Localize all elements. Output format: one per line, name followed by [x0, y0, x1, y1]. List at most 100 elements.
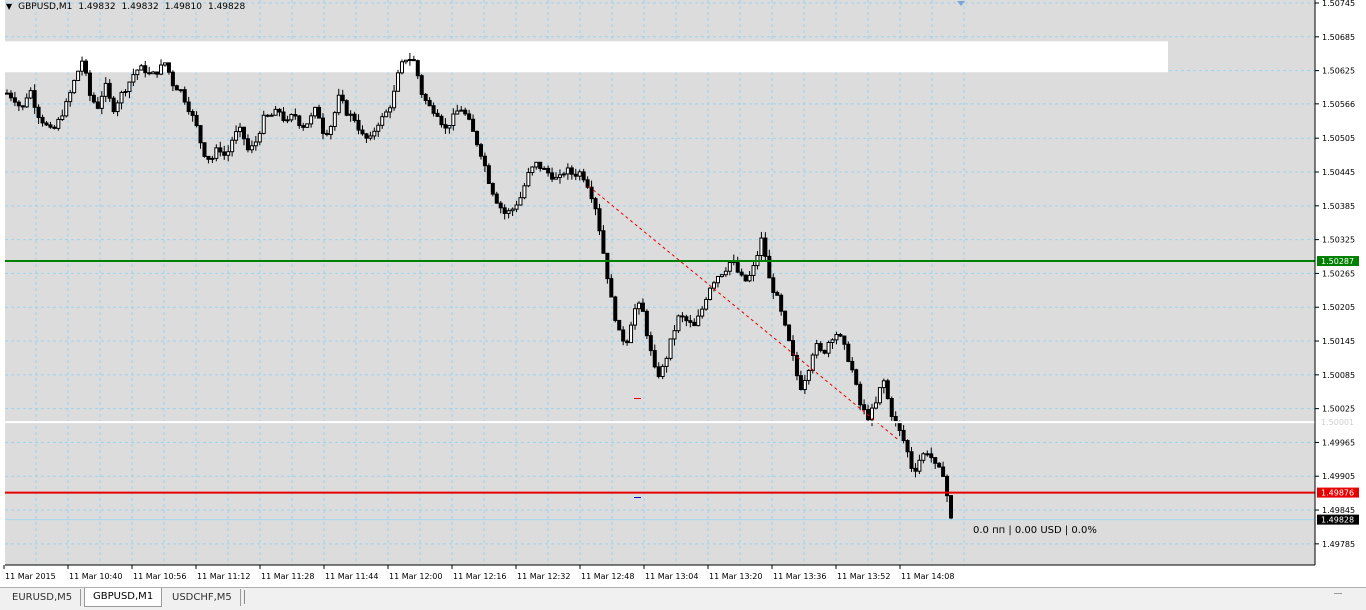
candle: [743, 274, 748, 282]
price-tick-label: 1.50566: [1322, 100, 1355, 109]
candle: [885, 378, 890, 400]
tabs-divider: [244, 590, 245, 604]
current-price-label: 1.49828: [1321, 516, 1354, 525]
order-marker-blue: [634, 497, 641, 498]
time-tick-label: 11 Mar 11:12: [197, 572, 250, 581]
price-tick-label: 1.50445: [1322, 168, 1355, 177]
time-axis: 11 Mar 2015 11 Mar 10:40 11 Mar 10:56 11 Ma…: [3, 565, 954, 581]
tab-usdchf-m5[interactable]: USDCHF,M5: [164, 589, 241, 606]
chart-plot-background: [5, 0, 1315, 565]
time-tick-label: 11 Mar 11:28: [261, 572, 314, 581]
dropdown-triangle-icon[interactable]: ▼: [6, 2, 12, 12]
time-tick-label: 11 Mar 12:48: [581, 572, 634, 581]
candle: [846, 341, 851, 363]
price-tick-label: 1.50325: [1322, 236, 1355, 245]
candle: [419, 74, 424, 98]
candle: [202, 142, 207, 158]
time-tick-label: 11 Mar 11:44: [325, 572, 378, 581]
candle: [597, 203, 602, 236]
time-tick-label: 11 Mar 2015: [5, 572, 56, 581]
price-tick-label: 1.49785: [1322, 540, 1355, 549]
time-tick-label: 11 Mar 13:36: [773, 572, 826, 581]
price-tick-label: 1.50745: [1322, 0, 1355, 8]
candle: [174, 84, 179, 91]
tabs-scroll-mark: [1334, 593, 1342, 594]
level-price-label: 1.50287: [1321, 257, 1354, 266]
candle: [704, 297, 709, 311]
candle: [613, 295, 618, 323]
time-tick-label: 11 Mar 13:20: [709, 572, 762, 581]
candle: [877, 387, 882, 406]
candle: [810, 352, 815, 374]
time-tick-label: 11 Mar 14:08: [901, 572, 954, 581]
candle: [617, 319, 622, 331]
candle: [854, 368, 859, 386]
tab-eurusd-m5[interactable]: EURUSD,M5: [4, 589, 82, 606]
chart-symbol: GBPUSD,M1: [18, 2, 73, 12]
candle: [949, 495, 953, 521]
candle: [182, 86, 187, 105]
candle: [56, 117, 61, 131]
price-tick-label: 1.49905: [1322, 472, 1355, 481]
price-chart[interactable]: 1.502871.500011.498761.49828 1.507451.50…: [0, 0, 1366, 587]
time-tick-label: 11 Mar 12:16: [453, 572, 506, 581]
candle: [794, 351, 799, 381]
candle: [305, 123, 310, 128]
pnl-label: 0.0 пп | 0.00 USD | 0.0%: [973, 525, 1097, 536]
price-tick-label: 1.49965: [1322, 438, 1355, 447]
candle: [822, 349, 827, 355]
price-tick-label: 1.50385: [1322, 202, 1355, 211]
candle: [660, 364, 665, 380]
candle: [937, 462, 942, 468]
candle: [494, 191, 499, 204]
level-price-label: 1.50001: [1321, 418, 1354, 427]
candle: [708, 287, 713, 301]
candle: [72, 79, 77, 95]
candle: [64, 98, 69, 118]
candle: [490, 182, 495, 197]
time-tick-label: 11 Mar 13:52: [837, 572, 890, 581]
candle: [676, 314, 681, 334]
price-tick-label: 1.49845: [1322, 506, 1355, 515]
candle: [668, 338, 673, 361]
candle: [76, 70, 81, 81]
chart-open: 1.49832: [78, 2, 116, 12]
candle: [783, 310, 788, 327]
candle: [399, 59, 404, 75]
time-tick-label: 11 Mar 13:04: [645, 572, 698, 581]
chart-close: 1.49828: [207, 2, 246, 12]
candle: [396, 69, 401, 92]
order-marker-red: [634, 398, 641, 399]
price-tick-label: 1.50625: [1322, 67, 1355, 76]
chart-tabs-bar: EURUSD,M5 GBPUSD,M1 USDCHF,M5: [0, 587, 1366, 610]
candle: [605, 252, 610, 284]
candle: [344, 99, 349, 117]
price-tick-label: 1.50505: [1322, 134, 1355, 143]
candle: [486, 163, 491, 185]
price-axis: 1.50745 1.50685 1.50625 1.50566 1.50505 1.504…: [1315, 0, 1355, 549]
chart-header: ▼ GBPUSD,M1 1.49832 1.49832 1.49810 1.49…: [6, 2, 245, 12]
candle: [475, 130, 480, 147]
highlight-band: [5, 41, 1168, 73]
candle: [111, 95, 116, 114]
chart-window[interactable]: 1.50287 1.50001 1.49876 1.49828 1.50745 1.50…: [0, 0, 1366, 587]
time-tick-label: 11 Mar 12:32: [517, 572, 570, 581]
chart-high: 1.49832: [121, 2, 159, 12]
time-tick-label: 11 Mar 10:40: [69, 572, 122, 581]
price-tick-label: 1.50205: [1322, 303, 1355, 312]
price-tick-label: 1.50025: [1322, 405, 1355, 414]
price-tick-label: 1.50085: [1322, 371, 1355, 380]
candle: [522, 182, 527, 200]
candle: [415, 59, 420, 79]
price-tick-label: 1.50265: [1322, 269, 1355, 278]
candle: [83, 58, 88, 77]
candle: [629, 321, 634, 344]
candle: [644, 309, 649, 340]
tab-gbpusd-m1[interactable]: GBPUSD,M1: [84, 588, 163, 607]
chart-low: 1.49810: [164, 2, 202, 12]
price-tick-label: 1.50145: [1322, 337, 1355, 346]
price-tick-label: 1.50685: [1322, 33, 1355, 42]
time-tick-label: 11 Mar 10:56: [133, 572, 186, 581]
level-price-label: 1.49876: [1321, 489, 1354, 498]
candle: [787, 324, 792, 342]
